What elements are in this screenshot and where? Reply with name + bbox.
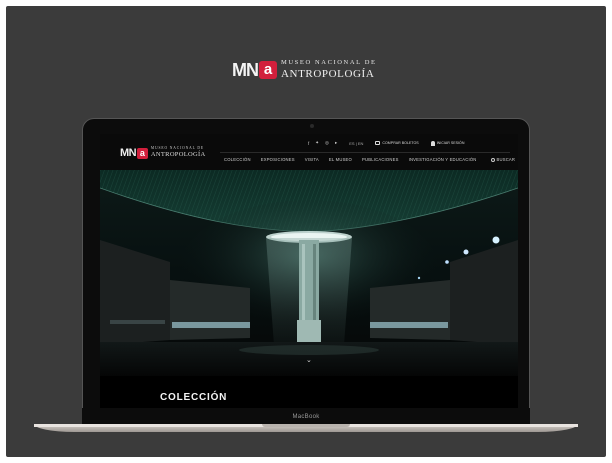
search-icon: [490, 157, 495, 162]
buy-tickets-label: COMPRAR BOLETOS: [382, 141, 419, 145]
site-logo-accent: a: [136, 147, 148, 159]
camera-icon: [310, 124, 314, 128]
collection-section: COLECCIÓN: [100, 376, 518, 408]
scroll-down-chevron-icon[interactable]: ⌄: [306, 356, 312, 364]
brand-name-line1: MUSEO NACIONAL DE: [281, 59, 377, 67]
search-button[interactable]: BUSCAR: [490, 157, 516, 162]
nav-item-publicaciones[interactable]: PUBLICACIONES: [362, 157, 399, 162]
site-logo-mark: MN: [120, 147, 137, 159]
instagram-icon[interactable]: ◎: [325, 140, 329, 146]
login-label: INICIAR SESIÓN: [436, 141, 465, 145]
header-divider: [220, 152, 510, 153]
ticket-icon: [375, 141, 381, 145]
hero-image: [100, 170, 518, 376]
nav-item-visita[interactable]: VISITA: [305, 157, 319, 162]
utility-bar: f ✦ ◎ ▸ ES | EN COMPRAR BOLETOS INICIAR …: [308, 140, 464, 146]
nav-item-exposiciones[interactable]: EXPOSICIONES: [261, 157, 295, 162]
facebook-icon[interactable]: f: [308, 141, 309, 146]
device-label: MacBook: [292, 414, 320, 420]
nav-item-coleccion[interactable]: COLECCIÓN: [224, 157, 251, 162]
site-logo[interactable]: MN a MUSEO NACIONAL DE ANTROPOLOGÍA: [120, 147, 205, 159]
site-header: MN a MUSEO NACIONAL DE ANTROPOLOGÍA f ✦ …: [100, 134, 518, 170]
language-switch[interactable]: ES | EN: [349, 141, 363, 146]
laptop-notch: [262, 424, 350, 427]
buy-tickets-button[interactable]: COMPRAR BOLETOS: [375, 141, 419, 145]
site-logo-line2: ANTROPOLOGÍA: [150, 151, 206, 159]
brand-name-line2: ANTROPOLOGÍA: [281, 67, 375, 80]
brand-logo-mark: MN: [232, 60, 259, 80]
nav-item-el-museo[interactable]: EL MUSEO: [329, 157, 352, 162]
laptop-screen: MN a MUSEO NACIONAL DE ANTROPOLOGÍA f ✦ …: [100, 134, 518, 408]
search-label: BUSCAR: [496, 157, 516, 162]
site-logo-text: MUSEO NACIONAL DE ANTROPOLOGÍA: [151, 147, 206, 158]
youtube-icon[interactable]: ▸: [335, 140, 337, 146]
login-button[interactable]: INICIAR SESIÓN: [430, 140, 465, 146]
twitter-icon[interactable]: ✦: [315, 140, 319, 146]
brand-name: MUSEO NACIONAL DE ANTROPOLOGÍA: [281, 60, 377, 80]
brand-logo-accent: a: [259, 61, 277, 79]
main-nav: COLECCIÓN EXPOSICIONES VISITA EL MUSEO P…: [224, 157, 515, 162]
nav-item-investigacion[interactable]: INVESTIGACIÓN Y EDUCACIÓN: [409, 157, 477, 162]
section-title: COLECCIÓN: [160, 392, 228, 403]
user-icon: [430, 140, 435, 146]
brand-logo: MN a MUSEO NACIONAL DE ANTROPOLOGÍA: [232, 58, 377, 82]
